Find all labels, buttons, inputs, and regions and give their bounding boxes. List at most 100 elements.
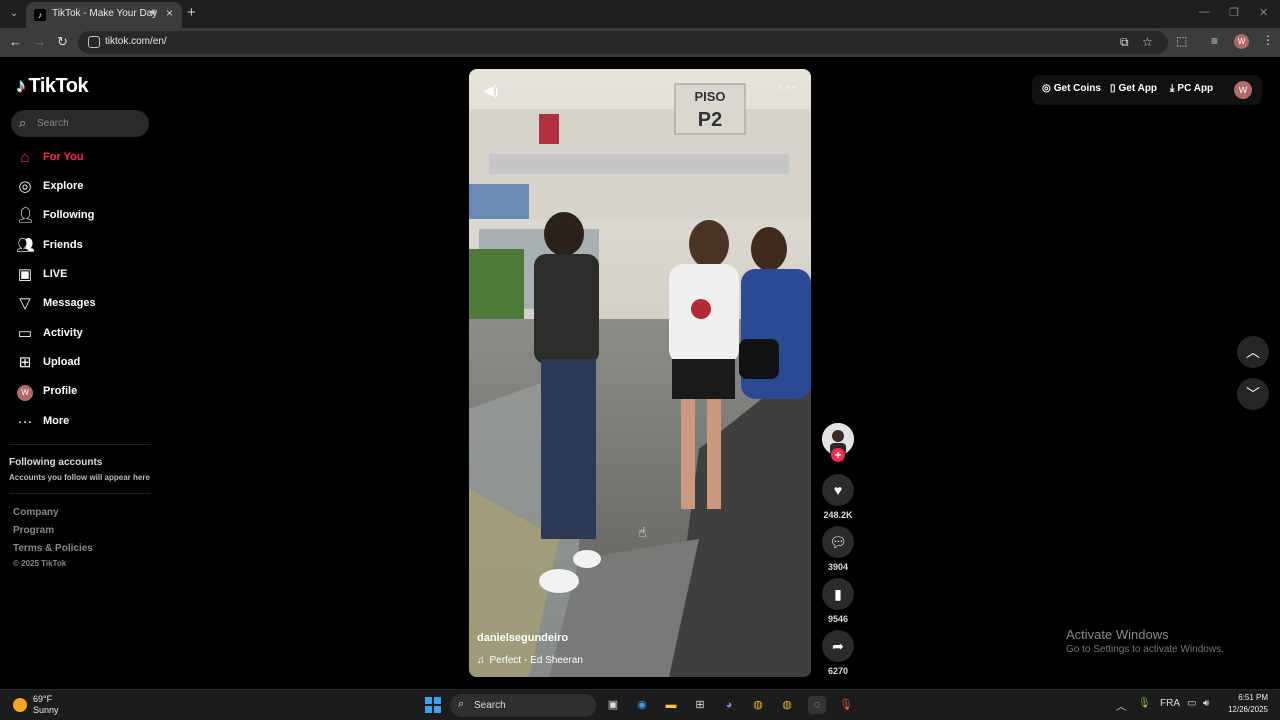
- video-author[interactable]: danielsegundeiro: [477, 632, 568, 644]
- maximize-icon[interactable]: ❐: [1229, 6, 1239, 19]
- music-note-icon: ♫: [477, 655, 485, 666]
- chrome-profile-icon[interactable]: ◍: [778, 696, 796, 714]
- store-icon[interactable]: ⊞: [691, 696, 709, 714]
- share-arrow-icon: ➦: [832, 638, 844, 654]
- comment-button[interactable]: 💬︎: [822, 526, 854, 558]
- like-button[interactable]: ♥: [822, 474, 854, 506]
- forward-icon[interactable]: →: [33, 34, 46, 49]
- compass-icon: ◎: [18, 178, 32, 195]
- sidebar-item-label: Profile: [43, 385, 78, 397]
- window-close-icon[interactable]: ✕: [1259, 6, 1268, 19]
- browser-profile-avatar[interactable]: W: [1234, 34, 1249, 49]
- sidebar-item-activity[interactable]: ▭ Activity: [16, 323, 156, 347]
- minimize-icon[interactable]: —: [1199, 6, 1210, 18]
- logo-text: TikTok: [28, 75, 89, 97]
- tab-search-icon[interactable]: ⌄: [6, 6, 22, 22]
- top-actions-bar: ◎ Get Coins ▯ Get App ⤓ PC App: [1032, 75, 1262, 105]
- tray-overflow-icon[interactable]: ︿: [1116, 698, 1126, 713]
- get-app-label: Get App: [1118, 83, 1158, 94]
- install-app-icon[interactable]: ⧉: [1120, 35, 1129, 50]
- video-more-icon[interactable]: ···: [778, 79, 797, 97]
- browser-menu-icon[interactable]: ⋮: [1262, 33, 1274, 47]
- sidebar-item-label: For You: [43, 151, 84, 163]
- new-tab-icon[interactable]: +: [187, 4, 196, 21]
- footer-terms-link[interactable]: Terms & Policies: [13, 543, 93, 554]
- search-icon: ⌕: [19, 115, 27, 130]
- recorder-icon[interactable]: ◌: [808, 696, 826, 714]
- sidebar-item-upload[interactable]: ⊞ Upload: [16, 352, 156, 376]
- sidebar-item-messages[interactable]: ▽ Messages: [16, 293, 156, 317]
- sidebar-item-more[interactable]: ··· More: [16, 411, 156, 435]
- language-indicator[interactable]: FRA: [1160, 698, 1180, 709]
- search-input[interactable]: [37, 115, 145, 131]
- clock-date[interactable]: 12/26/2025: [1224, 705, 1268, 714]
- save-button[interactable]: ▮: [822, 578, 854, 610]
- extensions-icon[interactable]: ⬚: [1176, 34, 1187, 48]
- reload-icon[interactable]: ↻: [57, 34, 68, 50]
- tiktok-page: ♪TikTok ⌕ ⌂ For You ◎ Explore 👤︎ Followi…: [0, 57, 1280, 689]
- bookmark-star-icon[interactable]: ☆: [1142, 35, 1153, 49]
- taskbar-search-label: Search: [474, 700, 506, 711]
- previous-video-button[interactable]: ︿: [1237, 336, 1269, 368]
- sun-icon[interactable]: [13, 698, 27, 712]
- start-button[interactable]: [425, 697, 441, 713]
- live-icon: ▣: [17, 266, 33, 283]
- weather-temperature[interactable]: 69°F: [33, 694, 52, 704]
- volume-tray-icon[interactable]: 🔊︎: [1203, 698, 1209, 709]
- tab-close-icon[interactable]: ×: [166, 6, 173, 20]
- sidebar-item-profile[interactable]: W Profile: [16, 381, 156, 405]
- chrome-icon[interactable]: ◍: [749, 696, 767, 714]
- task-view-icon[interactable]: ▣: [604, 696, 622, 714]
- get-app-button[interactable]: ▯ Get App: [1110, 83, 1157, 94]
- weather-condition[interactable]: Sunny: [33, 705, 59, 715]
- media-control-icon[interactable]: ≡: [1211, 34, 1218, 48]
- video-player[interactable]: PISO P2 ◀) ··· ☝︎ danielsegundeiro ♫ Perf…: [469, 69, 811, 677]
- share-button[interactable]: ➦: [822, 630, 854, 662]
- browser-tab-bar: ⌄ ♪ TikTok - Make Your Day 🔊︎ × + — ❐ ✕: [0, 0, 1280, 28]
- url-text: tiktok.com/en/: [105, 36, 167, 47]
- microphone-app-icon[interactable]: 🎙︎: [837, 696, 855, 714]
- sidebar-item-label: Activity: [43, 327, 83, 339]
- divider: [9, 444, 151, 445]
- footer-company-link[interactable]: Company: [13, 507, 59, 518]
- sidebar-item-label: LIVE: [43, 268, 68, 280]
- sign-floor-number: P2: [698, 109, 722, 131]
- chevron-up-icon: ︿: [1246, 344, 1260, 360]
- footer-program-link[interactable]: Program: [13, 525, 54, 536]
- network-icon[interactable]: ▭: [1187, 698, 1196, 709]
- clock-time[interactable]: 6:51 PM: [1236, 693, 1268, 702]
- tab-audio-icon[interactable]: 🔊︎: [150, 7, 156, 18]
- sidebar-item-live[interactable]: ▣ LIVE: [16, 264, 156, 288]
- sidebar-item-label: Friends: [43, 239, 83, 251]
- browser-toolbar: ← → ↻ tiktok.com/en/ ⧉ ☆ ⬚ ≡ W ⋮: [0, 28, 1280, 57]
- tiktok-logo[interactable]: ♪ TikTok: [16, 75, 89, 98]
- ellipsis-icon: ···: [17, 413, 33, 430]
- sidebar-item-following[interactable]: 👤︎ Following: [16, 205, 156, 229]
- next-video-button[interactable]: ﹀: [1237, 378, 1269, 410]
- sign-floor-label: PISO: [694, 89, 725, 104]
- avatar: W: [17, 385, 33, 401]
- taskbar-search[interactable]: ⌕ Search: [450, 694, 596, 717]
- site-info-icon[interactable]: [88, 36, 100, 48]
- pc-app-label: PC App: [1177, 83, 1214, 94]
- video-music[interactable]: ♫ Perfect - Ed Sheeran: [477, 655, 583, 666]
- volume-icon[interactable]: ◀): [483, 82, 498, 99]
- sidebar-item-explore[interactable]: ◎ Explore: [16, 176, 156, 200]
- discord-icon[interactable]: ◕: [720, 696, 738, 714]
- video-frame: PISO P2: [469, 69, 811, 677]
- browser-tab[interactable]: ♪ TikTok - Make Your Day 🔊︎ ×: [26, 2, 182, 28]
- sidebar-item-friends[interactable]: 👥︎ Friends: [16, 235, 156, 259]
- edge-icon[interactable]: ◉: [633, 696, 651, 714]
- search-bar[interactable]: ⌕: [11, 110, 149, 137]
- file-explorer-icon[interactable]: ▬: [662, 696, 680, 714]
- user-avatar[interactable]: W: [1234, 81, 1252, 99]
- mic-tray-icon[interactable]: 🎙︎: [1138, 698, 1151, 709]
- get-coins-button[interactable]: ◎ Get Coins: [1042, 83, 1101, 94]
- follow-plus-button[interactable]: +: [831, 448, 845, 462]
- back-icon[interactable]: ←: [9, 34, 22, 49]
- tiktok-note-icon: ♪: [16, 75, 26, 97]
- pc-app-button[interactable]: ⤓ PC App: [1170, 83, 1213, 94]
- send-icon: ▽: [19, 295, 31, 312]
- address-bar[interactable]: tiktok.com/en/ ⧉ ☆: [78, 31, 1168, 54]
- sidebar-item-for-you[interactable]: ⌂ For You: [16, 147, 156, 171]
